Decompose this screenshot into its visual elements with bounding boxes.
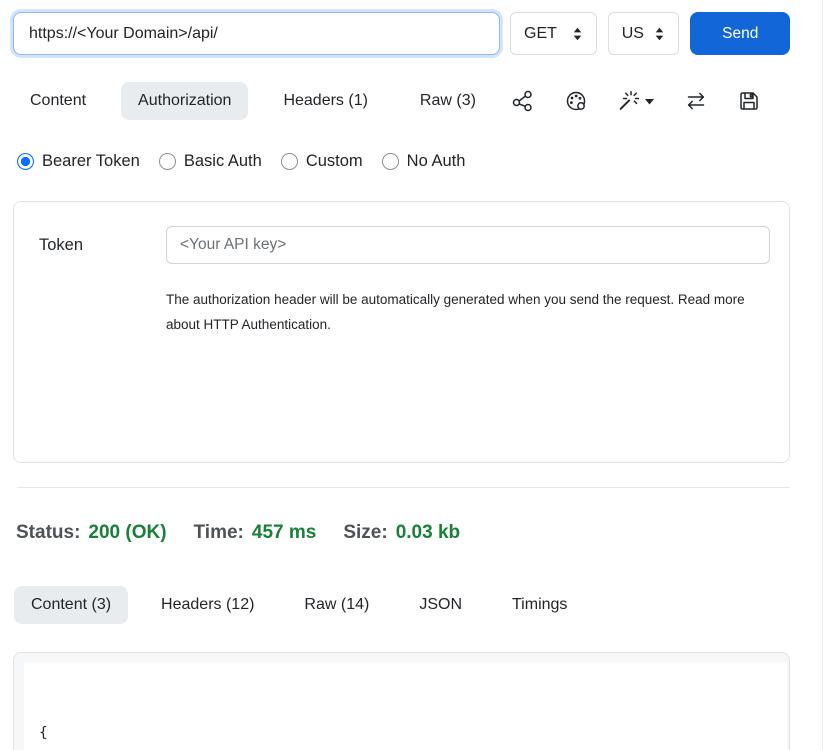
- code-line: {: [39, 721, 787, 746]
- radio-label: Bearer Token: [42, 152, 140, 171]
- method-select-value: GET: [524, 25, 557, 43]
- radio-basic-auth[interactable]: Basic Auth: [159, 152, 262, 171]
- brace-open: {: [39, 725, 48, 741]
- palette-icon: [564, 89, 588, 113]
- radio-selected-icon: [17, 153, 34, 170]
- radio-icon: [281, 153, 298, 170]
- radio-icon: [159, 153, 176, 170]
- resp-tab-raw[interactable]: Raw (14): [287, 586, 386, 624]
- tab-content[interactable]: Content: [13, 82, 103, 120]
- share-icon: [511, 89, 535, 113]
- section-divider: [17, 487, 790, 488]
- tab-authorization[interactable]: Authorization: [121, 82, 248, 120]
- size-label: Size:: [343, 522, 387, 544]
- transfer-arrows-icon: [684, 89, 708, 113]
- size-stat: Size: 0.03 kb: [343, 522, 460, 544]
- radio-bearer-token[interactable]: Bearer Token: [17, 152, 140, 171]
- request-toolbar: [511, 89, 761, 113]
- time-stat: Time: 457 ms: [194, 522, 317, 544]
- response-json-body: { "message": "API running." }: [24, 662, 787, 750]
- pane-divider: [822, 0, 823, 750]
- tab-raw[interactable]: Raw (3): [403, 82, 493, 120]
- magic-wand-menu-button[interactable]: [617, 89, 655, 113]
- radio-label: Custom: [306, 152, 363, 171]
- updown-arrows-icon: [652, 25, 667, 43]
- region-select-value: US: [622, 25, 644, 43]
- radio-no-auth[interactable]: No Auth: [382, 152, 466, 171]
- radio-icon: [382, 153, 399, 170]
- updown-arrows-icon: [570, 25, 585, 43]
- status-stat: Status: 200 (OK): [16, 522, 167, 544]
- time-label: Time:: [194, 522, 244, 544]
- magic-wand-icon: [617, 89, 641, 113]
- share-button[interactable]: [511, 89, 535, 113]
- status-label: Status:: [16, 522, 80, 544]
- caret-down-icon: [644, 97, 655, 106]
- response-body-container: { "message": "API running." }: [13, 652, 790, 750]
- radio-custom[interactable]: Custom: [281, 152, 363, 171]
- radio-label: Basic Auth: [184, 152, 262, 171]
- auth-type-options: Bearer Token Basic Auth Custom No Auth: [17, 152, 465, 171]
- request-bar: GET US Send: [13, 12, 790, 55]
- resp-tab-json[interactable]: JSON: [402, 586, 479, 624]
- method-select[interactable]: GET: [510, 12, 597, 55]
- token-label: Token: [39, 236, 83, 255]
- region-select[interactable]: US: [608, 12, 680, 55]
- token-input[interactable]: [166, 226, 770, 264]
- theme-button[interactable]: [564, 89, 588, 113]
- transfer-button[interactable]: [684, 89, 708, 113]
- resp-tab-timings[interactable]: Timings: [495, 586, 584, 624]
- send-button[interactable]: Send: [690, 12, 790, 55]
- auth-panel: Token The authorization header will be a…: [13, 201, 790, 463]
- save-icon: [737, 89, 761, 113]
- save-button[interactable]: [737, 89, 761, 113]
- token-help-text: The authorization header will be automat…: [166, 287, 758, 337]
- response-status-row: Status: 200 (OK) Time: 457 ms Size: 0.03…: [16, 522, 460, 544]
- request-tabs-row: Content Authorization Headers (1) Raw (3…: [13, 82, 790, 120]
- size-value: 0.03 kb: [396, 522, 460, 544]
- resp-tab-headers[interactable]: Headers (12): [144, 586, 271, 624]
- tab-headers[interactable]: Headers (1): [266, 82, 384, 120]
- url-input[interactable]: [13, 12, 500, 55]
- status-value: 200 (OK): [88, 522, 166, 544]
- resp-tab-content[interactable]: Content (3): [14, 586, 128, 624]
- radio-label: No Auth: [407, 152, 466, 171]
- time-value: 457 ms: [252, 522, 316, 544]
- response-tabs-row: Content (3) Headers (12) Raw (14) JSON T…: [14, 586, 791, 624]
- api-tester-page: GET US Send Content Authorization Header…: [0, 0, 837, 750]
